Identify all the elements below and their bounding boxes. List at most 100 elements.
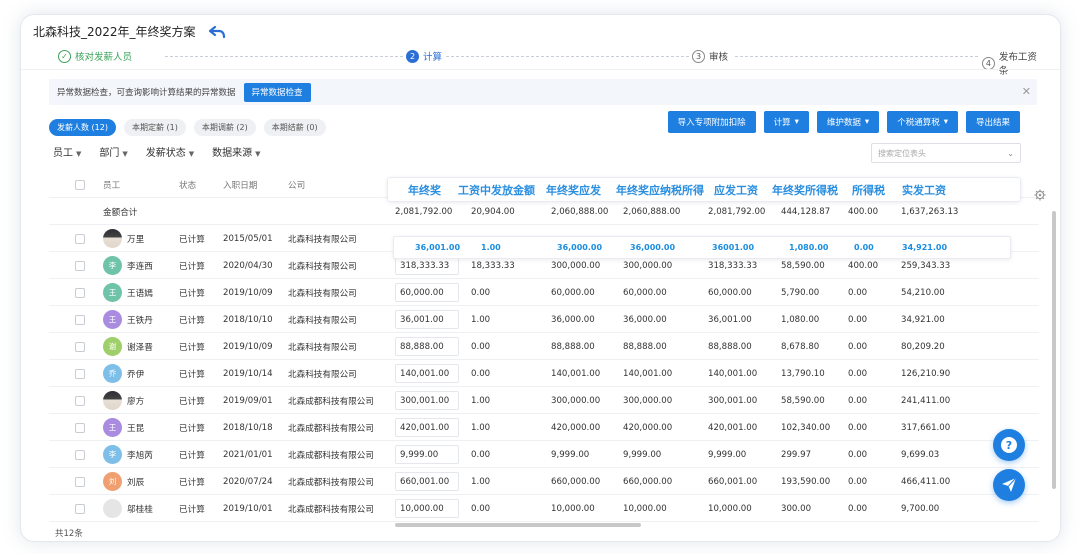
- bonus-input[interactable]: 10,000.00: [395, 499, 459, 518]
- value-cell: 88,888.00: [551, 341, 595, 352]
- filter-pay-status[interactable]: 发薪状态 ▼: [146, 144, 194, 159]
- send-button[interactable]: [993, 469, 1025, 501]
- employee-cell[interactable]: 万里: [103, 225, 144, 252]
- row-checkbox[interactable]: [75, 252, 85, 279]
- hire-date-cell: 2020/07/24: [223, 476, 273, 487]
- tab-pay-count[interactable]: 发薪人数 (12): [49, 119, 116, 136]
- chevron-down-icon: ▾: [794, 117, 799, 127]
- row-checkbox[interactable]: [75, 225, 85, 252]
- value-cell[interactable]: 420,001.00: [395, 414, 459, 441]
- employee-cell[interactable]: 乔乔伊: [103, 360, 144, 387]
- bonus-input[interactable]: 660,001.00: [395, 472, 459, 491]
- hire-date-cell: 2015/05/01: [223, 233, 273, 244]
- row-checkbox[interactable]: [75, 171, 85, 198]
- value-cell[interactable]: 10,000.00: [395, 495, 459, 522]
- tax-calc-button[interactable]: 个税通算税 ▾: [887, 111, 958, 133]
- value-cell: 300.00: [781, 503, 812, 514]
- gear-icon[interactable]: [1034, 189, 1046, 201]
- employee-cell[interactable]: 王王昆: [103, 414, 144, 441]
- step-number: 4: [982, 56, 995, 70]
- step-label: 核对发薪人员: [75, 52, 133, 63]
- calculate-button[interactable]: 计算 ▾: [763, 111, 809, 133]
- vertical-scrollbar[interactable]: [1052, 211, 1056, 489]
- maintain-data-button[interactable]: 维护数据 ▾: [816, 111, 880, 133]
- row-checkbox[interactable]: [75, 333, 85, 360]
- bonus-input[interactable]: 36,001.00: [395, 310, 459, 329]
- value-cell[interactable]: 9,999.00: [395, 441, 459, 468]
- avatar: [103, 229, 122, 248]
- employee-cell[interactable]: 王王语嫣: [103, 279, 153, 306]
- value-cell[interactable]: 88,888.00: [395, 333, 459, 360]
- step-label: 发布工资条: [998, 52, 1037, 77]
- filter-data-source[interactable]: 数据来源 ▼: [212, 144, 260, 159]
- value-cell[interactable]: 300,001.00: [395, 387, 459, 414]
- value-cell: 0.00: [471, 368, 491, 379]
- bonus-input[interactable]: 60,000.00: [395, 283, 459, 302]
- status-cell: 已计算: [179, 315, 205, 326]
- step-publish[interactable]: 4 发布工资条: [979, 49, 1049, 77]
- employee-name: 刘辰: [127, 477, 145, 488]
- row-checkbox[interactable]: [75, 414, 85, 441]
- row-checkbox[interactable]: [75, 387, 85, 414]
- row-checkbox[interactable]: [75, 468, 85, 495]
- table-row: 刘刘辰 已计算 2020/07/24 北森成都科技有限公司 660,001.00 1.00…: [49, 468, 1039, 495]
- back-arrow-icon[interactable]: [208, 25, 226, 39]
- row-checkbox[interactable]: [75, 441, 85, 468]
- tab-new-salary[interactable]: 本期定薪 (1): [123, 119, 186, 136]
- value-cell: 60,000.00: [623, 287, 667, 298]
- step-verify-staff[interactable]: ✓ 核对发薪人员: [55, 49, 136, 63]
- column-search-input[interactable]: 搜索定位表头 ⌄: [871, 143, 1021, 163]
- bonus-input[interactable]: 420,001.00: [395, 418, 459, 437]
- step-calculate[interactable]: 2 计算: [403, 49, 446, 63]
- status-cell: 已计算: [179, 369, 205, 380]
- hire-date-cell: 2019/09/01: [223, 395, 273, 406]
- totals-row: 金额合计 2,081,792.00 20,904.00 2,060,888.00 2,0…: [49, 198, 1039, 225]
- employee-cell[interactable]: 廖方: [103, 387, 144, 414]
- value-cell[interactable]: 660,001.00: [395, 468, 459, 495]
- highlight-row: 36,001.00 1.00 36,000.00 36,000.00 36001.00 1…: [393, 236, 1011, 259]
- table-row: 谢谢泽晋 已计算 2019/10/09 北森科技有限公司 88,888.00 0.00 88…: [49, 333, 1039, 360]
- value-cell: 241,411.00: [901, 395, 951, 406]
- hire-date-cell: 2019/10/09: [223, 341, 273, 352]
- row-checkbox[interactable]: [75, 306, 85, 333]
- value-cell: 1.00: [471, 314, 491, 325]
- employee-cell[interactable]: 李李连西: [103, 252, 153, 279]
- company-cell: 北森科技有限公司: [288, 234, 357, 245]
- employee-cell[interactable]: 李李旭芮: [103, 441, 153, 468]
- employee-cell[interactable]: 邬桂桂: [103, 495, 153, 522]
- company-cell: 北森成都科技有限公司: [288, 450, 374, 461]
- anomaly-check-button[interactable]: 异常数据检查: [243, 82, 311, 102]
- filter-department[interactable]: 部门 ▼: [99, 144, 127, 159]
- bonus-input[interactable]: 88,888.00: [395, 337, 459, 356]
- company-cell: 北森成都科技有限公司: [288, 423, 374, 434]
- step-review[interactable]: 3 审核: [689, 49, 732, 63]
- value-cell: 34,921.00: [901, 314, 945, 325]
- bonus-input[interactable]: 140,001.00: [395, 364, 459, 383]
- value-cell: 9,699.03: [901, 449, 940, 460]
- employee-cell[interactable]: 刘刘辰: [103, 468, 144, 495]
- row-checkbox[interactable]: [75, 495, 85, 522]
- employee-cell[interactable]: 谢谢泽晋: [103, 333, 153, 360]
- value-cell[interactable]: 140,001.00: [395, 360, 459, 387]
- value-cell: 420,000.00: [551, 422, 601, 433]
- close-icon[interactable]: ✕: [1022, 85, 1031, 98]
- value-cell: 10,000.00: [623, 503, 667, 514]
- total-value: 444,128.87: [781, 206, 831, 217]
- bonus-input[interactable]: 9,999.00: [395, 445, 459, 464]
- tab-settled-salary[interactable]: 本期结薪 (0): [263, 119, 326, 136]
- tab-adjusted-salary[interactable]: 本期调薪 (2): [193, 119, 256, 136]
- filter-employee[interactable]: 员工 ▼: [53, 144, 81, 159]
- table-row: 王王铁丹 已计算 2018/10/10 北森科技有限公司 36,001.00 1.00 36…: [49, 306, 1039, 333]
- employee-cell[interactable]: 王王铁丹: [103, 306, 153, 333]
- status-cell: 已计算: [179, 288, 205, 299]
- horizontal-scrollbar[interactable]: [395, 523, 641, 527]
- employee-name: 谢泽晋: [127, 342, 153, 353]
- value-cell[interactable]: 60,000.00: [395, 279, 459, 306]
- help-button[interactable]: ?: [993, 429, 1025, 461]
- import-deduction-button[interactable]: 导入专项附加扣除: [667, 111, 756, 133]
- export-results-button[interactable]: 导出结果: [965, 111, 1020, 133]
- row-checkbox[interactable]: [75, 279, 85, 306]
- bonus-input[interactable]: 300,001.00: [395, 391, 459, 410]
- value-cell[interactable]: 36,001.00: [395, 306, 459, 333]
- row-checkbox[interactable]: [75, 360, 85, 387]
